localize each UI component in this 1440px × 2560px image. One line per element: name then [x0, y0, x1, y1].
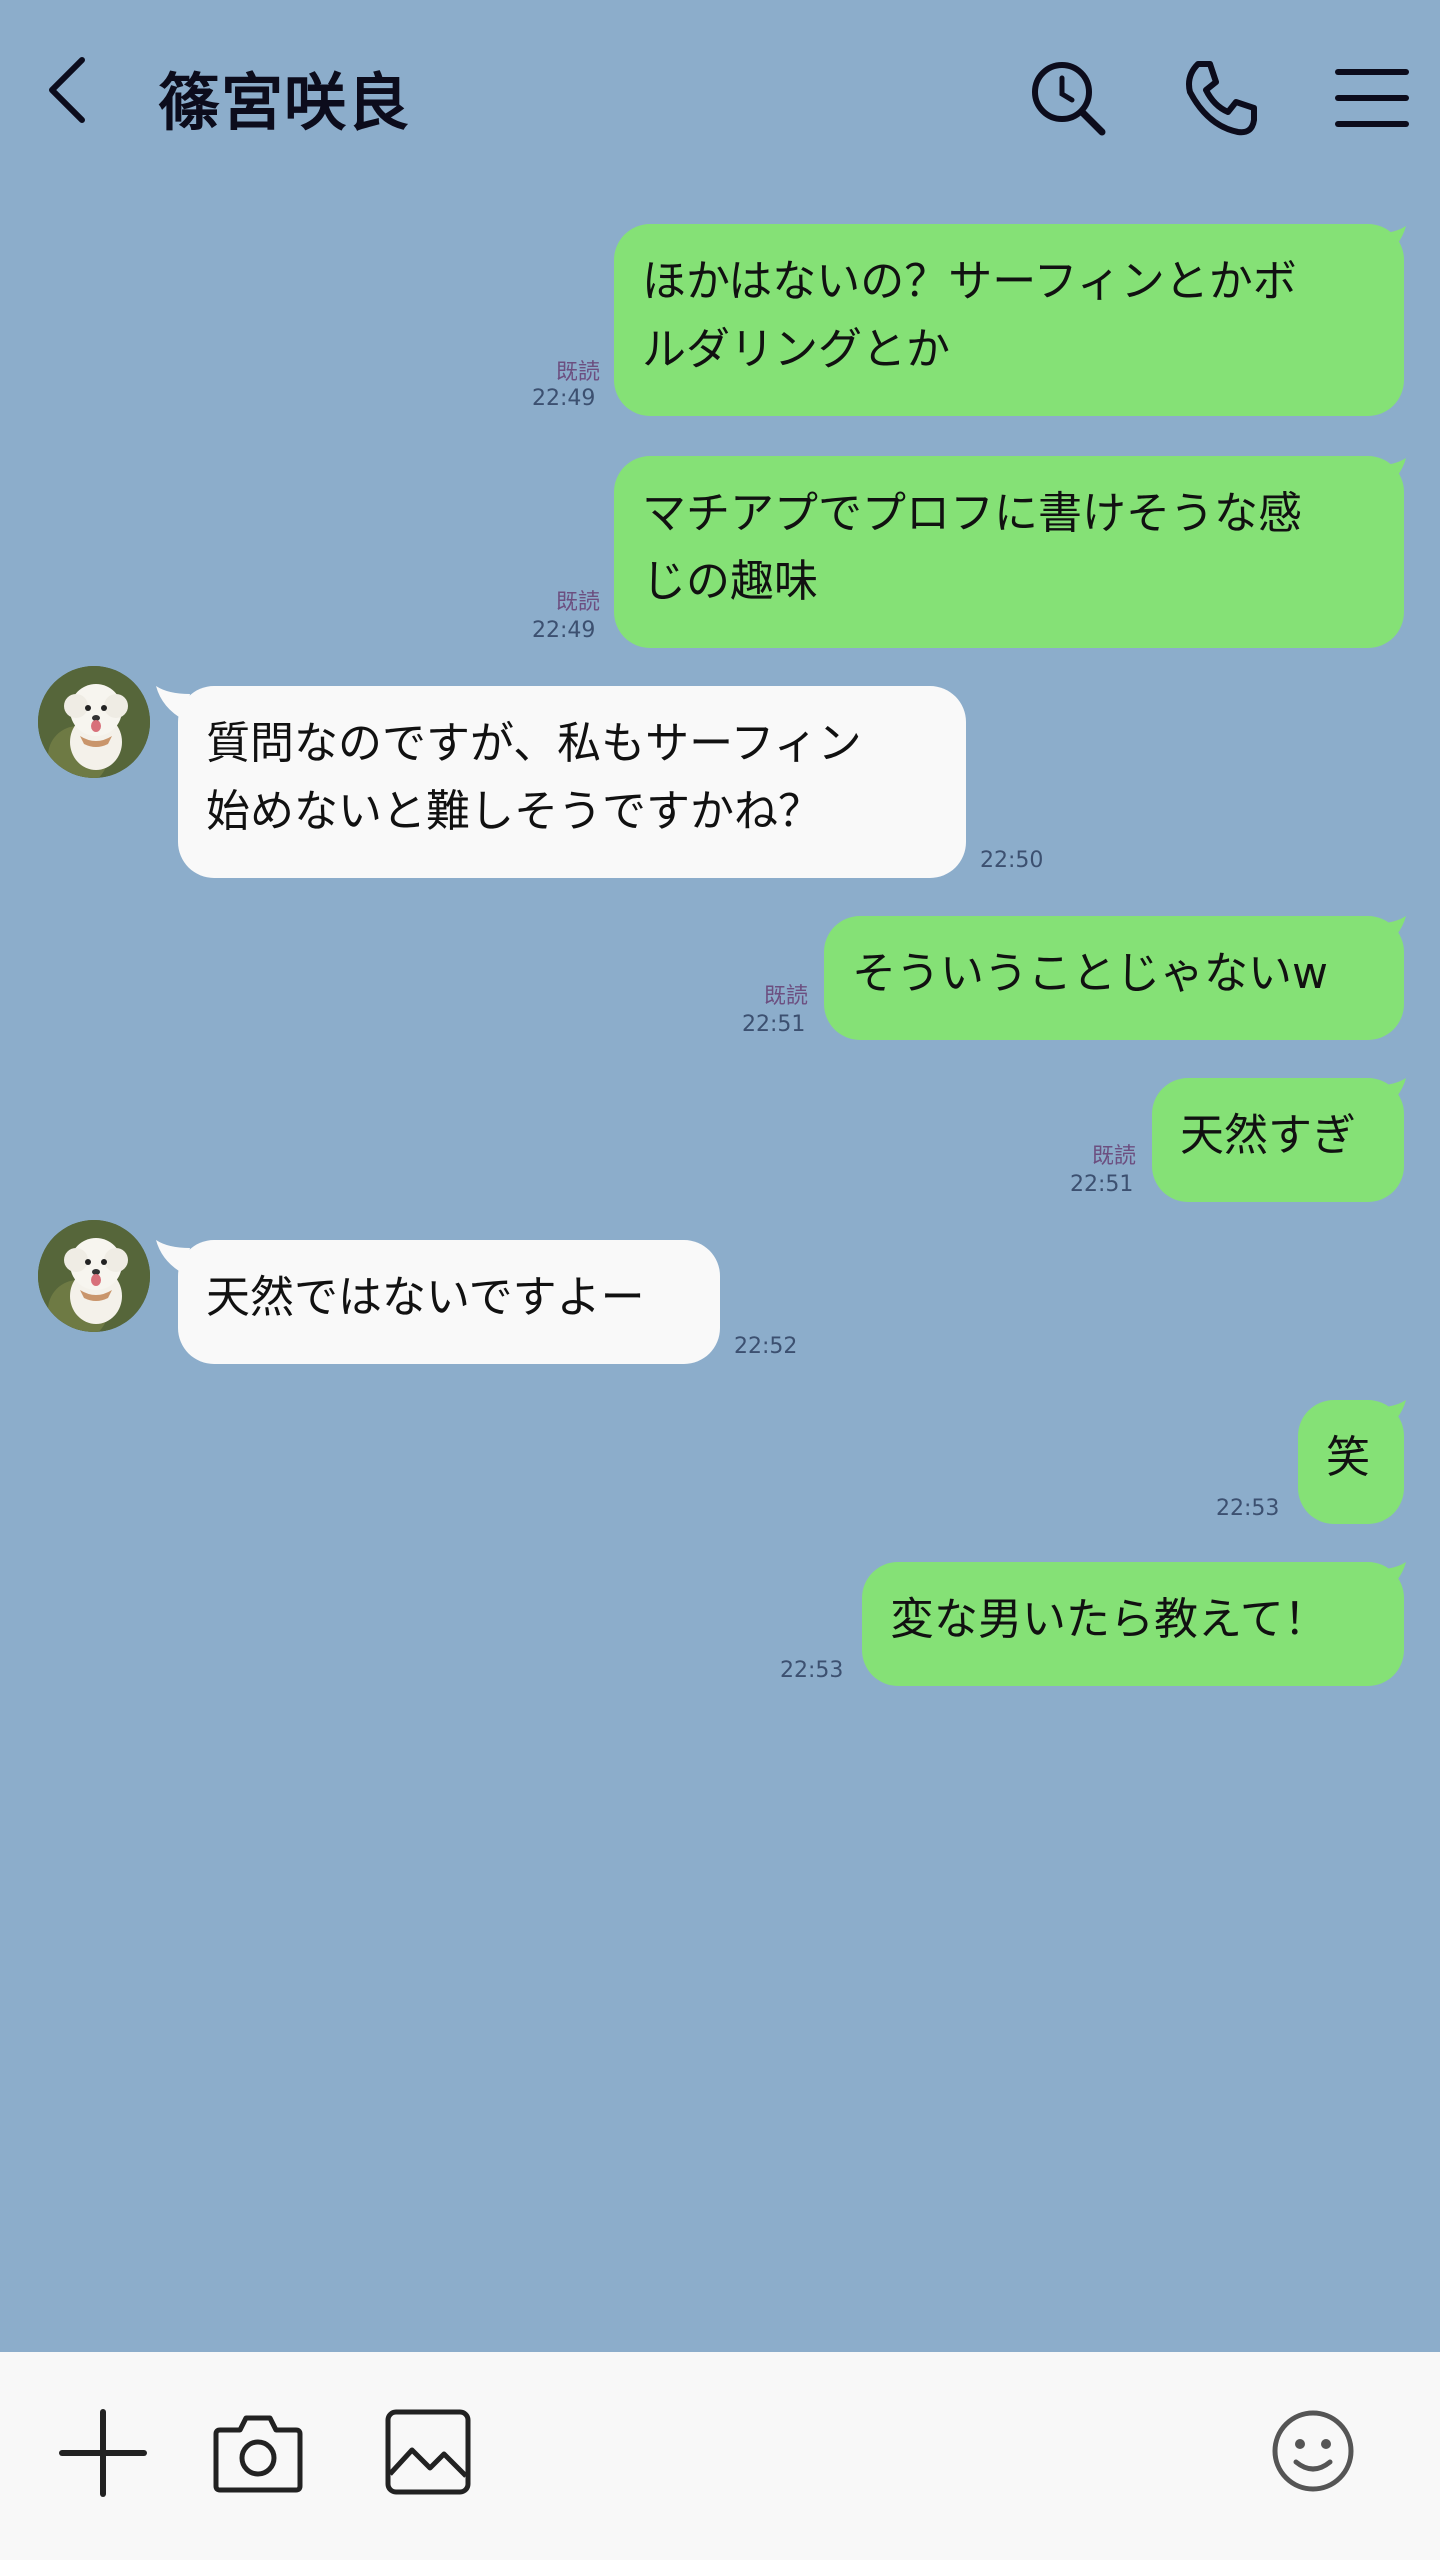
- message-bubble[interactable]: 変な男いたら教えて！: [862, 1562, 1404, 1686]
- phone-icon[interactable]: [1178, 56, 1262, 140]
- message-bubble[interactable]: 天然すぎ: [1152, 1078, 1404, 1202]
- camera-icon[interactable]: [212, 2408, 304, 2494]
- message-time: 22:51: [742, 1012, 806, 1037]
- message-line: じの趣味: [642, 556, 818, 607]
- image-icon[interactable]: [384, 2408, 472, 2496]
- message-time: 22:49: [532, 386, 596, 411]
- avatar[interactable]: [38, 1220, 150, 1332]
- read-receipt: 既読: [1091, 1144, 1136, 1169]
- message-time: 22:50: [980, 848, 1044, 873]
- read-receipt: 既読: [555, 590, 600, 615]
- read-receipt: 既読: [555, 360, 600, 385]
- emoji-icon[interactable]: [1270, 2408, 1356, 2494]
- message-time: 22:53: [1216, 1496, 1280, 1521]
- message-bubble[interactable]: 質問なのですが、私もサーフィン 始めないと難しそうですかね？: [178, 686, 966, 878]
- message-time: 22:49: [532, 618, 596, 643]
- message-line: 変な男いたら教えて！: [890, 1594, 1328, 1645]
- message-line: 始めないと難しそうですかね？: [206, 786, 822, 837]
- message-line: 天然ではないですよー: [206, 1272, 645, 1323]
- chat-header: 篠宮咲良: [0, 0, 1440, 190]
- plus-icon[interactable]: [58, 2408, 148, 2498]
- message-bubble[interactable]: 笑: [1298, 1400, 1404, 1524]
- search-icon[interactable]: [1026, 56, 1110, 140]
- chat-title: 篠宮咲良: [158, 66, 411, 139]
- message-time: 22:53: [780, 1658, 844, 1683]
- avatar[interactable]: [38, 666, 150, 778]
- message-line: 天然すぎ: [1180, 1110, 1356, 1161]
- message-time: 22:51: [1070, 1172, 1134, 1197]
- message-bubble[interactable]: マチアプでプロフに書けそうな感 じの趣味: [614, 456, 1404, 648]
- message-line: 質問なのですが、私もサーフィン: [206, 718, 862, 769]
- chevron-left-icon[interactable]: [40, 50, 100, 130]
- input-toolbar: [0, 2352, 1440, 2560]
- read-receipt: 既読: [763, 984, 808, 1009]
- message-line: ほかはないの？サーフィンとかボ: [642, 256, 1297, 307]
- message-line: ルダリングとか: [642, 324, 950, 375]
- message-time: 22:52: [734, 1334, 798, 1359]
- dog-avatar-icon: [38, 1220, 150, 1332]
- menu-icon[interactable]: [1330, 56, 1414, 140]
- message-line: マチアプでプロフに書けそうな感: [642, 488, 1302, 539]
- message-line: 笑: [1326, 1432, 1370, 1483]
- message-line: そういうことじゃないw: [852, 948, 1328, 999]
- message-bubble[interactable]: ほかはないの？サーフィンとかボ ルダリングとか: [614, 224, 1404, 416]
- message-bubble[interactable]: 天然ではないですよー: [178, 1240, 720, 1364]
- message-bubble[interactable]: そういうことじゃないw: [824, 916, 1404, 1040]
- dog-avatar-icon: [38, 666, 150, 778]
